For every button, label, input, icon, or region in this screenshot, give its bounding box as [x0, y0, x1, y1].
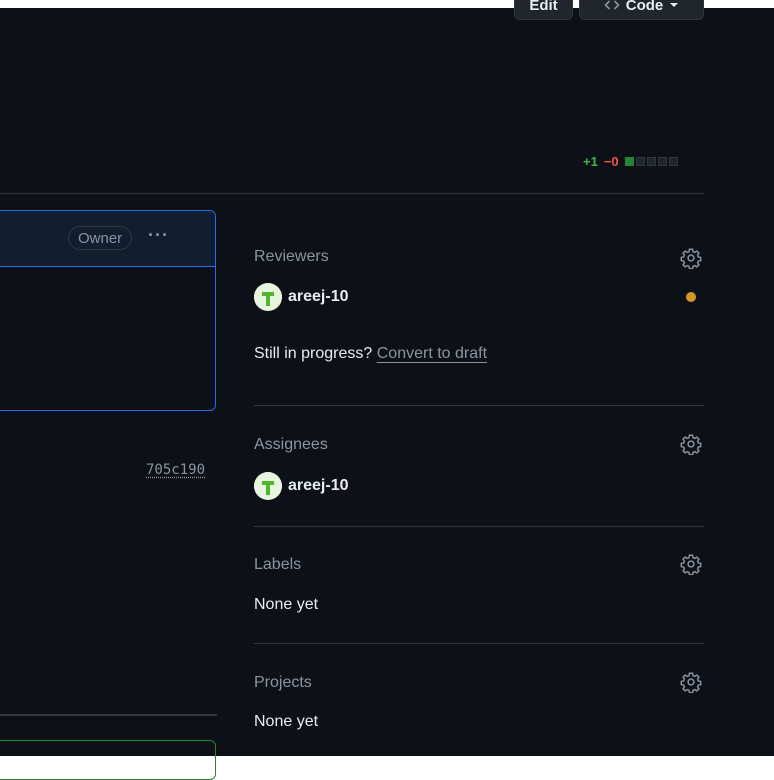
- diffstat-block: [668, 157, 678, 166]
- merge-box: [0, 740, 216, 780]
- assignee-username: areej-10: [288, 477, 349, 494]
- draft-prompt-text: Still in progress?: [254, 345, 373, 362]
- projects-title[interactable]: Projects: [254, 674, 312, 692]
- draft-prompt: Still in progress? Convert to draft: [254, 345, 487, 363]
- deletions-count: −0: [603, 154, 619, 169]
- edit-button-label: Edit: [529, 0, 558, 14]
- commit-sha-link[interactable]: 705c190: [146, 462, 205, 478]
- diffstat: +1 −0: [583, 154, 678, 169]
- avatar: [254, 472, 282, 500]
- header-divider: [0, 193, 704, 194]
- diffstat-block: [624, 157, 634, 166]
- timeline-divider: [0, 714, 217, 716]
- assignees-title[interactable]: Assignees: [254, 436, 328, 454]
- diffstat-block: [657, 157, 667, 166]
- comment-box: Owner ···: [0, 210, 216, 411]
- labels-value: None yet: [254, 596, 319, 613]
- owner-badge: Owner: [68, 226, 133, 250]
- assignee-user[interactable]: areej-10: [254, 472, 349, 500]
- gear-icon[interactable]: [680, 433, 702, 455]
- comment-header: Owner ···: [0, 211, 215, 267]
- sidebar-divider: [254, 643, 704, 644]
- diffstat-block: [635, 157, 645, 166]
- chevron-down-icon: [670, 3, 679, 7]
- review-pending-dot: [686, 292, 696, 302]
- diffstat-block: [646, 157, 656, 166]
- reviewer-user[interactable]: areej-10: [254, 283, 349, 311]
- labels-title[interactable]: Labels: [254, 556, 301, 574]
- gear-icon[interactable]: [680, 553, 702, 575]
- convert-to-draft-link[interactable]: Convert to draft: [377, 345, 487, 362]
- reviewer-username: areej-10: [288, 288, 349, 305]
- projects-value: None yet: [254, 713, 319, 730]
- code-icon: [604, 0, 620, 10]
- reviewers-title[interactable]: Reviewers: [254, 248, 329, 266]
- gear-icon[interactable]: [680, 247, 702, 269]
- code-button-label: Code: [625, 0, 664, 14]
- sidebar-divider: [254, 405, 704, 406]
- sidebar-divider: [254, 526, 704, 527]
- avatar: [254, 283, 282, 311]
- comment-menu-button[interactable]: ···: [148, 225, 169, 246]
- gear-icon[interactable]: [680, 671, 702, 693]
- code-button[interactable]: Code: [579, 0, 704, 20]
- edit-button[interactable]: Edit: [514, 0, 573, 20]
- additions-count: +1: [583, 154, 598, 169]
- diffstat-blocks: [624, 157, 678, 166]
